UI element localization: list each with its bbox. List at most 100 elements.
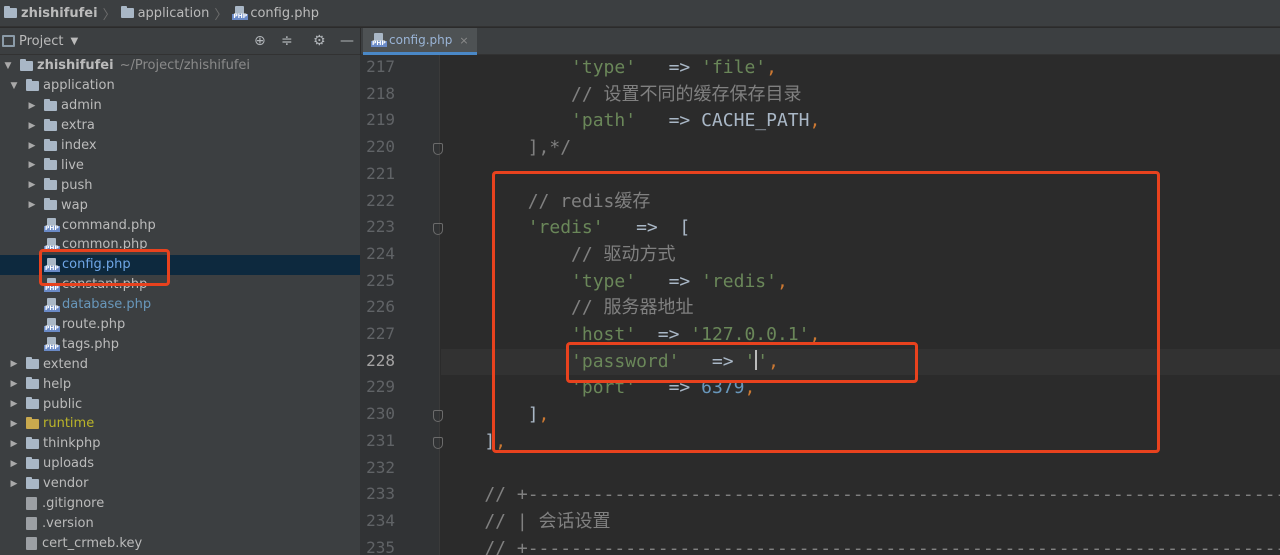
chevron-right-icon[interactable]: ▶ bbox=[8, 479, 20, 489]
tree-item-label: extra bbox=[61, 118, 95, 134]
code-token: '127.0.0.1' bbox=[690, 324, 810, 345]
chevron-down-icon[interactable]: ▼ bbox=[2, 61, 14, 71]
code-line[interactable]: ],*/ bbox=[441, 135, 571, 162]
breadcrumb-file[interactable]: config.php bbox=[232, 6, 319, 21]
line-number: 221 bbox=[366, 163, 395, 183]
editor-tab-bar: config.php × bbox=[360, 28, 1280, 55]
code-token: ] bbox=[441, 430, 496, 452]
code-token: 6379 bbox=[701, 377, 745, 399]
tree-root[interactable]: ▼ zhishifufei ~/Project/zhishifufei bbox=[0, 56, 360, 76]
code-token: , bbox=[809, 324, 821, 345]
php-file-icon bbox=[44, 257, 60, 272]
locate-icon[interactable]: ⊕ bbox=[254, 33, 266, 49]
code-line[interactable]: // +------------------------------------… bbox=[441, 536, 1280, 555]
code-token: , bbox=[768, 350, 779, 372]
code-token: 'host' bbox=[571, 324, 637, 345]
tree-item[interactable]: ▶ uploads bbox=[0, 454, 360, 474]
chevron-down-icon[interactable]: ▼ bbox=[8, 81, 20, 91]
tree-item-label: extend bbox=[43, 356, 89, 372]
tree-item-label: .version bbox=[42, 515, 94, 531]
tree-item[interactable]: ▶ vendor bbox=[0, 474, 360, 494]
chevron-down-icon[interactable]: ▼ bbox=[70, 36, 78, 47]
code-line[interactable]: 'type' => 'file', bbox=[441, 55, 777, 82]
tree-item[interactable]: common.php bbox=[0, 235, 360, 255]
chevron-right-icon[interactable]: ▶ bbox=[8, 439, 20, 449]
code-token: ' bbox=[744, 350, 756, 372]
tree-item[interactable]: ▶ extend bbox=[0, 354, 360, 374]
code-line[interactable]: 'type' => 'redis', bbox=[441, 269, 788, 296]
code-line[interactable]: 'redis' => [ bbox=[441, 215, 691, 242]
folder-icon bbox=[26, 456, 39, 469]
code-token: ],*/ bbox=[441, 137, 572, 159]
tree-item[interactable]: database.php bbox=[0, 295, 360, 315]
tree-item[interactable]: ▶ runtime bbox=[0, 414, 360, 434]
project-tree: ▼ zhishifufei ~/Project/zhishifufei ▼ app… bbox=[0, 55, 360, 553]
tree-item[interactable]: ▶ public bbox=[0, 394, 360, 414]
code-line[interactable]: ], bbox=[441, 402, 550, 429]
code-line[interactable]: ], bbox=[441, 429, 506, 456]
code-line[interactable]: // +------------------------------------… bbox=[441, 482, 1280, 509]
tree-item[interactable]: ▶ extra bbox=[0, 116, 360, 136]
project-icon bbox=[2, 35, 15, 47]
chevron-right-icon[interactable]: ▶ bbox=[26, 101, 38, 111]
code-line[interactable]: // redis缓存 bbox=[441, 189, 651, 216]
code-editor[interactable]: 'type' => 'file', // 设置不同的缓存保存目录 'path' … bbox=[441, 55, 1280, 555]
tree-item[interactable]: ▶ thinkphp bbox=[0, 434, 360, 454]
chevron-right-icon[interactable]: ▶ bbox=[26, 141, 38, 151]
breadcrumb-project[interactable]: zhishifufei bbox=[4, 6, 98, 21]
folder-icon bbox=[26, 377, 39, 390]
breadcrumb-separator: 〉 bbox=[102, 7, 116, 23]
code-token: 'password' bbox=[571, 350, 680, 372]
code-line[interactable]: 'path' => CACHE_PATH, bbox=[441, 108, 820, 135]
tree-item[interactable]: ▼ application bbox=[0, 76, 360, 96]
code-line[interactable]: // 驱动方式 bbox=[441, 242, 676, 269]
chevron-right-icon[interactable]: ▶ bbox=[8, 399, 20, 409]
tab-config-php[interactable]: config.php × bbox=[363, 28, 477, 55]
tree-item[interactable]: ▶ admin bbox=[0, 96, 360, 116]
chevron-right-icon[interactable]: ▶ bbox=[8, 459, 20, 469]
tree-item[interactable]: command.php bbox=[0, 215, 360, 235]
chevron-right-icon[interactable]: ▶ bbox=[8, 419, 20, 429]
tree-item-label: cert_crmeb.key bbox=[42, 535, 143, 551]
close-icon[interactable]: × bbox=[459, 34, 468, 47]
tree-item[interactable]: ▶ wap bbox=[0, 195, 360, 215]
chevron-right-icon[interactable]: ▶ bbox=[26, 200, 38, 210]
folder-icon bbox=[26, 476, 39, 489]
tree-item[interactable]: ▶ live bbox=[0, 155, 360, 175]
code-line[interactable]: 'port' => 6379, bbox=[441, 375, 755, 402]
breadcrumb-application[interactable]: application bbox=[120, 6, 209, 21]
code-line[interactable]: 'host' => '127.0.0.1', bbox=[441, 322, 820, 349]
collapse-all-icon[interactable]: ≑ bbox=[281, 33, 293, 49]
tree-item[interactable]: ▶ index bbox=[0, 136, 360, 156]
code-line[interactable]: // 服务器地址 bbox=[441, 295, 694, 322]
folder-icon bbox=[120, 6, 134, 18]
tree-item[interactable]: ▶ help bbox=[0, 374, 360, 394]
tree-item[interactable]: .version bbox=[0, 513, 360, 533]
tree-item[interactable]: route.php bbox=[0, 315, 360, 335]
tree-item[interactable]: .gitignore bbox=[0, 494, 360, 514]
code-line[interactable]: 'password' => ' ', bbox=[441, 349, 779, 376]
code-line[interactable]: // | 会话设置 bbox=[441, 509, 610, 536]
chevron-right-icon[interactable]: ▶ bbox=[26, 180, 38, 190]
breadcrumb: zhishifufei 〉 application 〉 config.php bbox=[0, 0, 1280, 27]
hide-panel-icon[interactable]: — bbox=[340, 33, 354, 49]
tree-item[interactable]: ▶ push bbox=[0, 175, 360, 195]
chevron-right-icon[interactable]: ▶ bbox=[8, 359, 20, 369]
project-panel-header: Project ▼ ⊕ ≑ ⚙ — bbox=[0, 28, 360, 55]
code-line[interactable]: // 设置不同的缓存保存目录 bbox=[441, 82, 802, 109]
folder-icon bbox=[26, 78, 39, 91]
tree-item[interactable]: tags.php bbox=[0, 334, 360, 354]
tree-item[interactable]: config.php bbox=[0, 254, 360, 275]
code-token: 'file' bbox=[701, 57, 767, 78]
chevron-right-icon[interactable]: ▶ bbox=[26, 160, 38, 170]
folder-icon bbox=[44, 198, 57, 211]
tree-item[interactable]: constant.php bbox=[0, 275, 360, 295]
tree-item-label: tags.php bbox=[62, 336, 119, 352]
chevron-right-icon[interactable]: ▶ bbox=[8, 379, 20, 389]
tree-item[interactable]: cert_crmeb.key bbox=[0, 533, 360, 553]
tree-item-label: wap bbox=[61, 197, 88, 213]
project-view-selector[interactable]: Project bbox=[19, 34, 63, 49]
chevron-right-icon[interactable]: ▶ bbox=[26, 121, 38, 131]
gear-icon[interactable]: ⚙ bbox=[313, 33, 326, 49]
line-number: 219 bbox=[366, 110, 395, 130]
